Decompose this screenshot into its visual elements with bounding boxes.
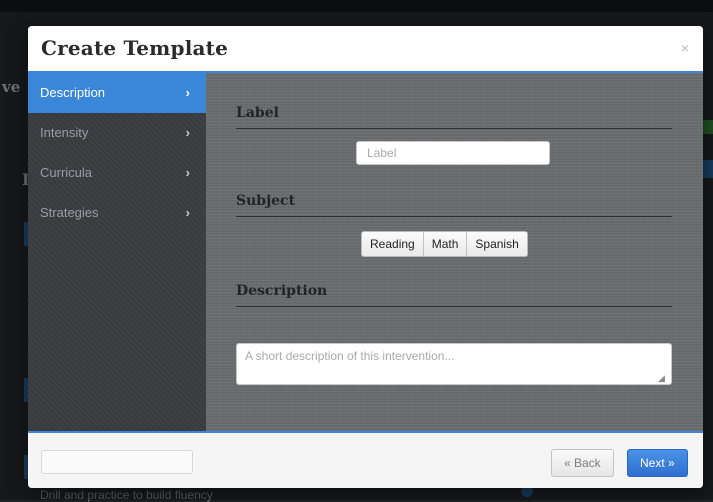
close-icon[interactable]: × — [681, 40, 689, 56]
sidebar-item-label: Intensity — [40, 125, 89, 140]
sidebar-item-intensity[interactable]: Intensity › — [28, 113, 206, 153]
label-input[interactable] — [356, 141, 550, 165]
subject-heading: Subject — [236, 193, 296, 209]
subject-math-button[interactable]: Math — [423, 232, 468, 256]
back-button[interactable]: « Back — [551, 449, 614, 477]
sidebar-item-label: Description — [40, 85, 106, 100]
section-divider — [236, 306, 672, 307]
description-textarea[interactable] — [236, 343, 672, 385]
modal-header: Create Template × — [28, 26, 703, 73]
create-template-modal: Create Template × Description › Intensit… — [28, 26, 703, 488]
resize-handle-icon[interactable]: ◢ — [658, 373, 665, 384]
wizard-content: Label Subject Reading Math Spanish Descr… — [206, 73, 703, 431]
sidebar-item-curricula[interactable]: Curricula › — [28, 153, 206, 193]
modal-title: Create Template — [41, 36, 229, 60]
sidebar-item-description[interactable]: Description › — [28, 73, 206, 113]
modal-footer: « Back Next » — [28, 431, 703, 488]
sidebar-item-label: Strategies — [40, 205, 99, 220]
chevron-right-icon: › — [185, 125, 190, 140]
chevron-right-icon: › — [185, 85, 190, 100]
section-divider — [236, 216, 672, 217]
wizard-sidebar: Description › Intensity › Curricula › St… — [28, 73, 206, 431]
label-heading: Label — [236, 105, 279, 121]
footer-field — [41, 450, 193, 474]
chevron-right-icon: › — [185, 205, 190, 220]
subject-reading-button[interactable]: Reading — [362, 232, 424, 256]
section-divider — [236, 128, 672, 129]
next-button[interactable]: Next » — [627, 449, 688, 477]
chevron-right-icon: › — [185, 165, 190, 180]
sidebar-item-strategies[interactable]: Strategies › — [28, 193, 206, 233]
subject-button-group: Reading Math Spanish — [361, 231, 528, 257]
subject-spanish-button[interactable]: Spanish — [467, 232, 527, 256]
sidebar-item-label: Curricula — [40, 165, 93, 180]
description-heading: Description — [236, 283, 328, 299]
